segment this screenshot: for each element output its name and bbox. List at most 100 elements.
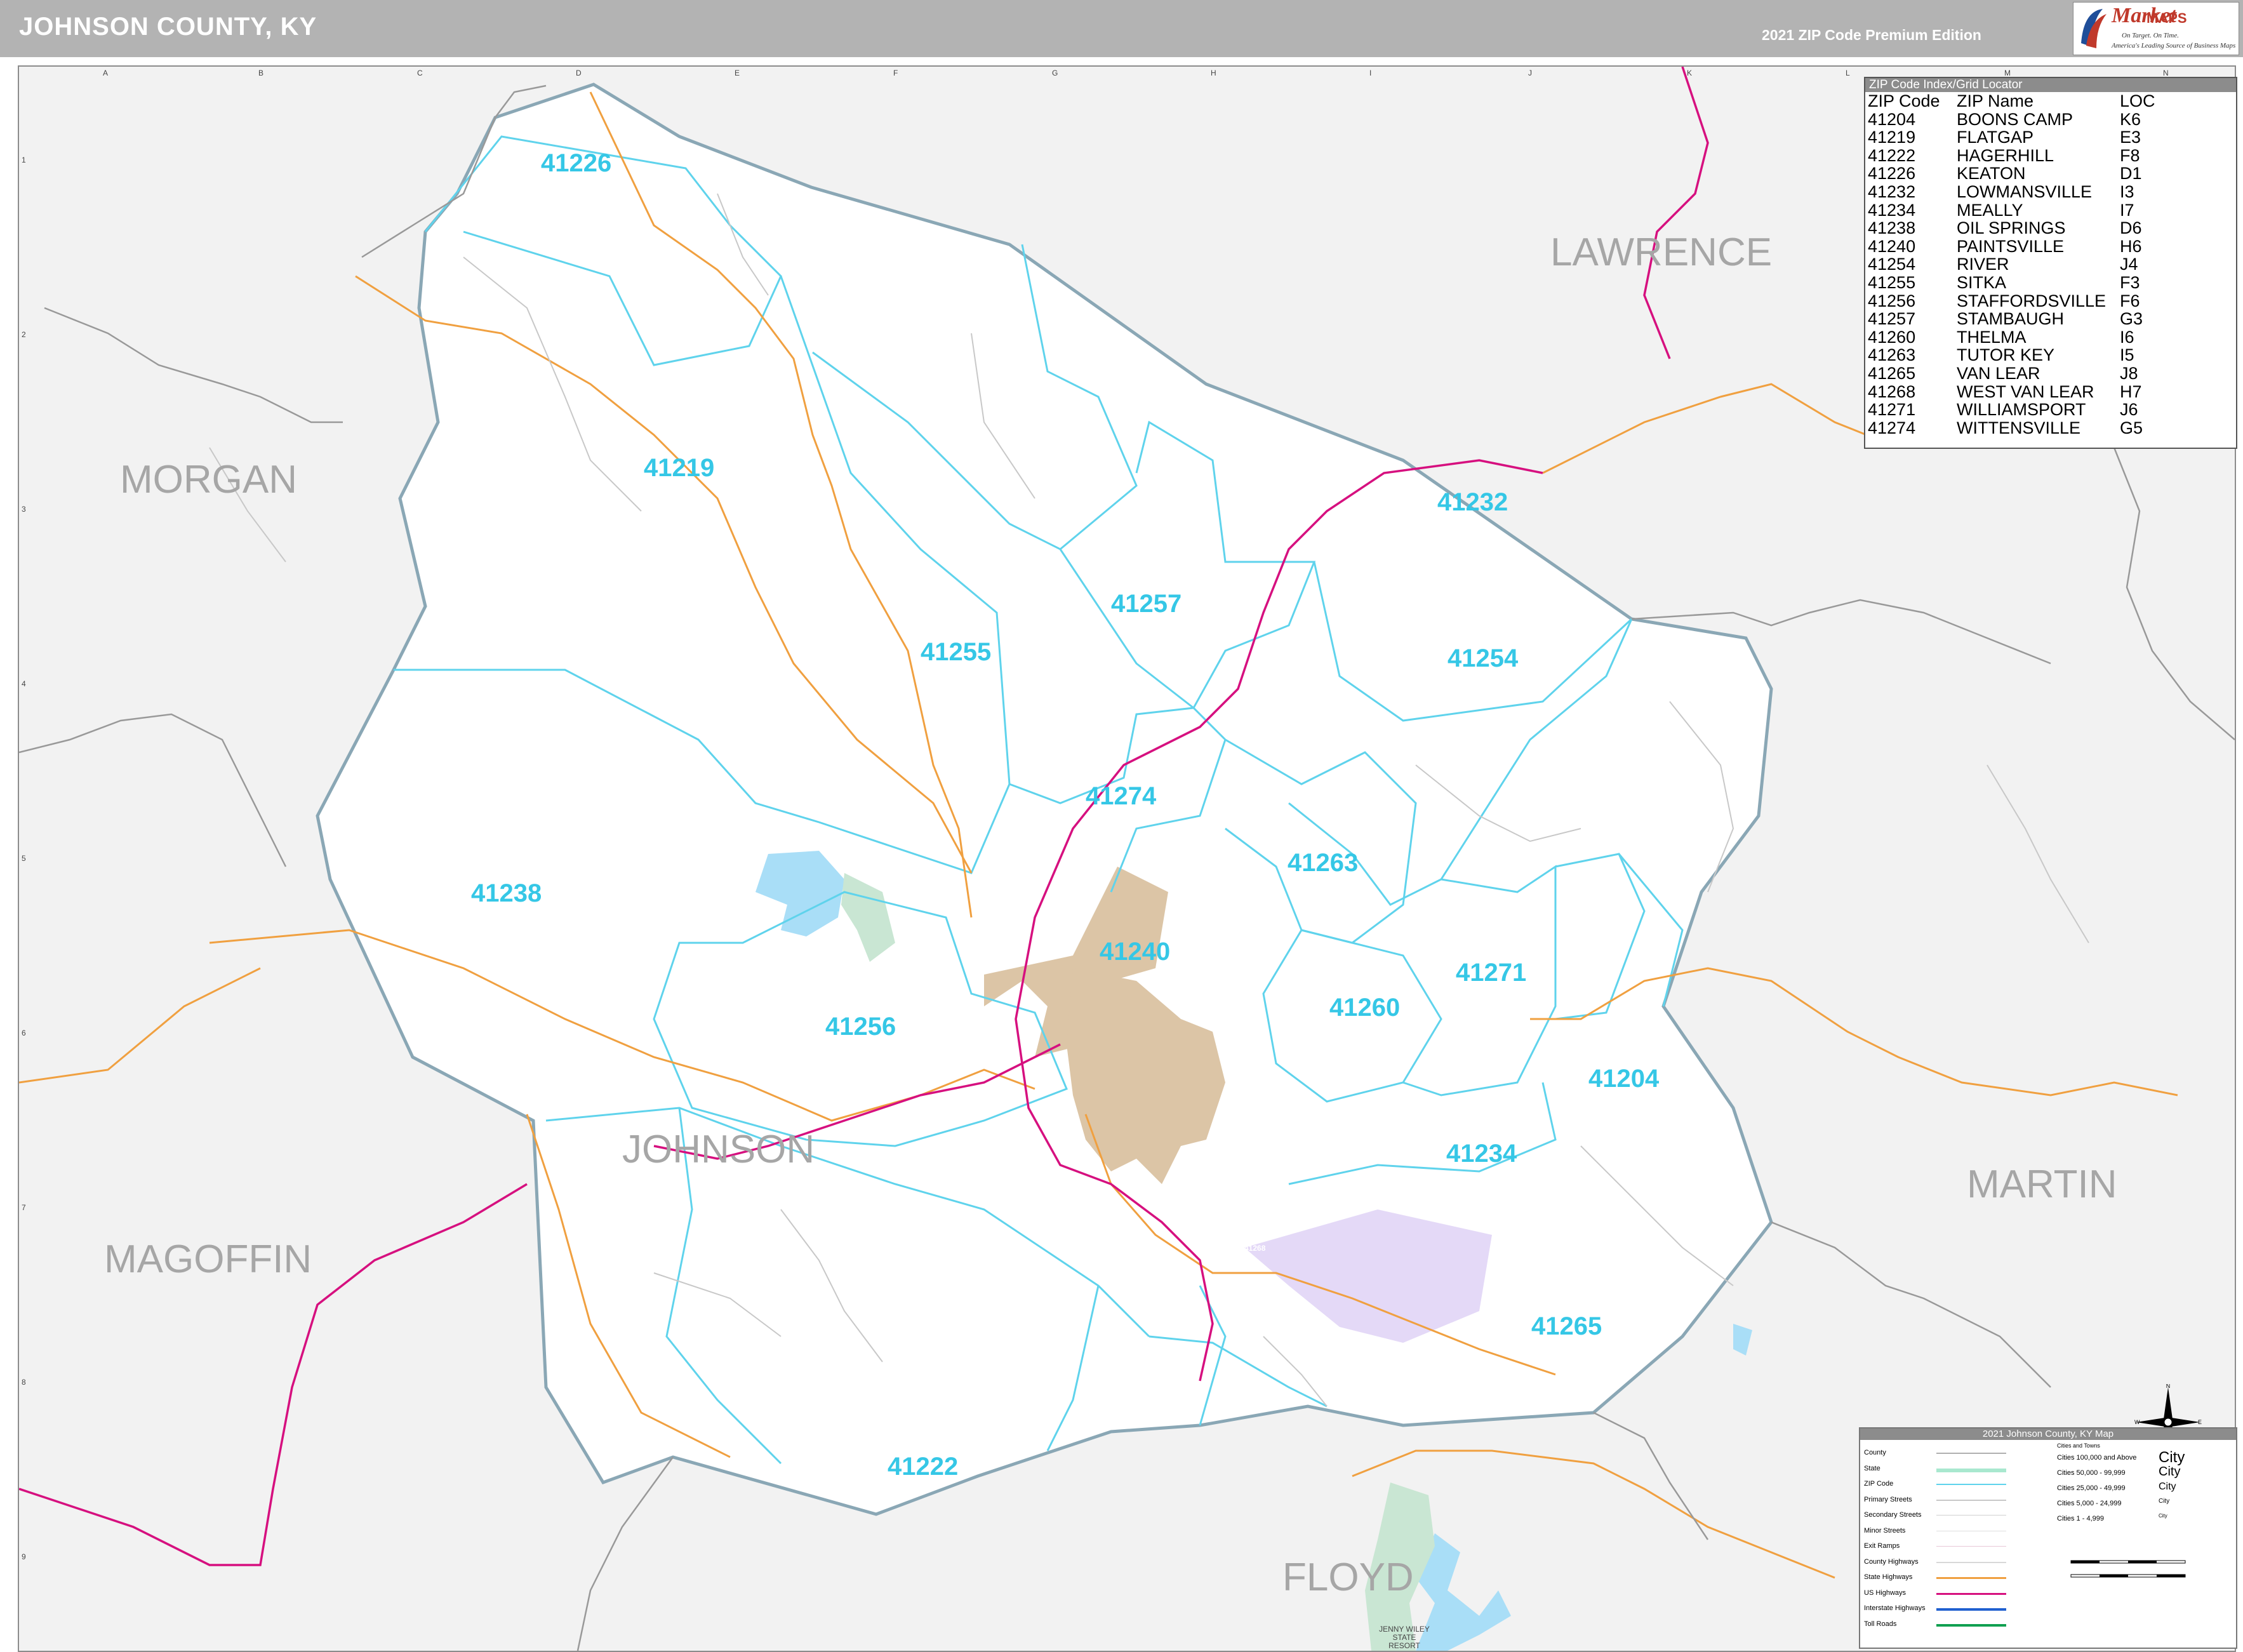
zip-index-row: 41226 KEATON D1 [1868,164,2196,183]
county-label-johnson: JOHNSON [622,1128,815,1171]
county-label-martin: MARTIN [1967,1162,2117,1206]
grid-col-label: B [258,69,264,77]
county-label-morgan: MORGAN [120,458,297,502]
zip-label: 41240 [1100,938,1171,966]
zip-label: 41234 [1446,1140,1517,1168]
zip-code-cell: 41222 [1868,145,1916,165]
zip-name-cell: LOWMANSVILLE [1957,182,2093,201]
grid-col-label: A [103,69,109,77]
zip-index-row: 41271 WILLIAMSPORT J6 [1868,401,2196,419]
zip-loc-cell: G5 [2120,418,2143,437]
zip-name-cell: WEST VAN LEAR [1957,382,2094,401]
grid-row-label: 4 [22,679,26,688]
market-maps-logo: Market MAPS On Target. On Time. America'… [2073,2,2239,55]
zip-loc-cell: J4 [2120,255,2138,274]
zip-label: 41257 [1111,590,1182,618]
grid-row-label: 5 [22,854,26,863]
zip-loc-cell: J8 [2120,363,2138,383]
legend-line-sample [1936,1453,2006,1454]
zip-index-rows: 41204 BOONS CAMP K6 41219 FLATGAP E3 41222 HAGE… [1868,110,2196,437]
logo-swoosh-icon [2081,9,2107,48]
legend-item-label: Toll Roads [1864,1620,1897,1628]
legend-item-label: County [1864,1449,1886,1456]
legend-city-sample: City [2159,1497,2170,1505]
zip-index-row: 41263 TUTOR KEY I5 [1868,346,2196,364]
scale-bar-icon [2070,1560,2186,1578]
zip-index-row: 41222 HAGERHILL F8 [1868,147,2196,165]
zip-code-cell: 41204 [1868,109,1916,129]
zip-label: 41260 [1329,994,1401,1022]
zip-loc-cell: I5 [2120,345,2134,365]
zip-loc-cell: E3 [2120,128,2141,147]
zip-loc-cell: I6 [2120,327,2134,347]
legend-item-label: County Highways [1864,1557,1919,1566]
zip-index-panel: ZIP Code Index/Grid Locator ZIP Code ZIP… [1864,77,2237,449]
grid-row-label: 2 [22,330,26,339]
zip-name-cell: HAGERHILL [1957,145,2054,165]
zip-code-cell: 41226 [1868,164,1916,183]
svg-text:E: E [2198,1419,2202,1425]
zip-code-cell: 41232 [1868,182,1916,201]
legend-item-label: State [1864,1464,1880,1472]
zip-index-row: 41254 RIVER J4 [1868,255,2196,274]
zip-loc-cell: D6 [2120,218,2142,238]
zip-label-small: 41268 [1244,1244,1266,1253]
zip-index-table: ZIP Code ZIP Name LOC 41204 BOONS CAMP K6 4… [1868,92,2196,437]
map-title: JOHNSON COUNTY, KY [19,13,317,41]
zip-index-row: 41265 VAN LEAR J8 [1868,364,2196,383]
zip-loc-cell: I3 [2120,182,2134,201]
legend-line-sample [1936,1608,2006,1611]
grid-row-label: 8 [22,1378,26,1387]
zip-code-cell: 41271 [1868,400,1916,420]
zip-label: 41274 [1086,782,1157,810]
zip-name-cell: STAFFORDSVILLE [1957,291,2107,310]
zip-loc-cell: I7 [2120,200,2134,220]
zip-code-cell: 41255 [1868,272,1916,292]
legend-city-sample: City [2159,1513,2167,1519]
zip-index-row: 41255 SITKA F3 [1868,274,2196,292]
grid-row-label: 7 [22,1203,26,1212]
grid-col-label: K [1687,69,1693,77]
zip-code-cell: 41265 [1868,363,1916,383]
small-lake-east [1733,1324,1752,1356]
legend-line-sample [1936,1484,2006,1485]
grid-row-label: 9 [22,1552,26,1561]
legend-item-label: Secondary Streets [1864,1511,1922,1519]
legend-line-sample [1936,1561,2006,1563]
zip-label: 41238 [471,879,542,907]
col-header-name: ZIP Name [1957,91,2034,110]
edition-label: 2021 ZIP Code Premium Edition [1762,27,1981,43]
zip-index-row: 41274 WITTENSVILLE G5 [1868,419,2196,437]
logo-tagline: On Target. On Time. [2122,32,2179,39]
park-label: JENNY WILEY STATE RESORT PARK [1379,1625,1430,1651]
zip-index-row: 41257 STAMBAUGH G3 [1868,310,2196,328]
zip-name-cell: PAINTSVILLE [1957,236,2065,256]
grid-col-label: L [1846,69,1850,77]
zip-code-cell: 41257 [1868,309,1916,329]
zip-index-row: 41260 THELMA I6 [1868,328,2196,347]
legend-line-sample [1936,1546,2006,1547]
logo-subtitle: America's Leading Source of Business Map… [2112,42,2236,50]
zip-name-cell: MEALLY [1957,200,2023,220]
map-legend: 2021 Johnson County, KY Map County State Z… [1859,1427,2237,1649]
legend-item-label: Minor Streets [1864,1526,1906,1535]
county-label-floyd: FLOYD [1282,1555,1414,1599]
grid-col-label: D [576,69,582,77]
legend-item-label: Interstate Highways [1864,1604,1926,1612]
legend-city-sample: City [2159,1481,2176,1492]
grid-col-label: E [735,69,740,77]
zip-name-cell: STAMBAUGH [1957,309,2065,329]
zip-index-row: 41256 STAFFORDSVILLE F6 [1868,291,2196,310]
zip-name-cell: RIVER [1957,255,2009,274]
zip-loc-cell: K6 [2120,109,2141,129]
grid-col-label: M [2004,69,2011,77]
zip-label: 41226 [541,149,612,177]
zip-code-cell: 41268 [1868,382,1916,401]
zip-name-cell: BOONS CAMP [1957,109,2073,129]
grid-col-label: F [893,69,898,77]
legend-city-row: Cities 5,000 - 24,999 [2057,1500,2122,1507]
zip-name-cell: SITKA [1957,272,2007,292]
zip-code-cell: 41234 [1868,200,1916,220]
legend-city-row: Cities 100,000 and Above [2057,1454,2137,1462]
zip-name-cell: TUTOR KEY [1957,345,2055,365]
